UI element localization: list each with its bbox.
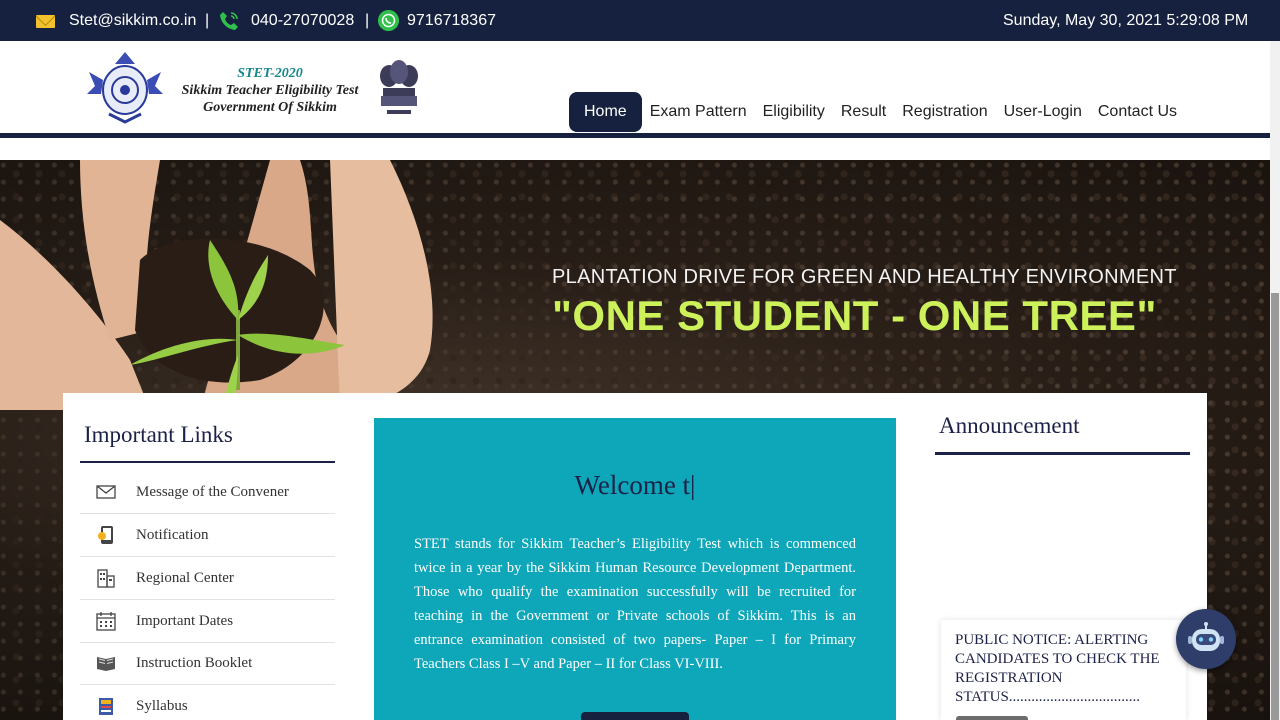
link-label: Syllabus	[136, 697, 188, 714]
important-links-title: Important Links	[84, 422, 233, 447]
link-label: Important Dates	[136, 612, 234, 629]
link-important-dates[interactable]: Important Dates	[80, 600, 335, 643]
link-regional-center[interactable]: Regional Center	[80, 557, 335, 600]
contact-email[interactable]: Stet@sikkim.co.in	[69, 0, 196, 41]
banner-slogan: "ONE STUDENT - ONE TREE"	[552, 292, 1157, 339]
nav-home[interactable]: Home	[569, 92, 642, 132]
link-instruction-booklet[interactable]: Instruction Booklet	[80, 642, 335, 685]
national-emblem-logo	[380, 60, 418, 114]
contact-whatsapp[interactable]: 9716718367	[407, 0, 496, 41]
scrollbar-thumb[interactable]	[1271, 293, 1279, 720]
important-links-divider	[80, 461, 335, 463]
sikkim-emblem-logo[interactable]	[85, 50, 165, 125]
nav-user-login[interactable]: User-Login	[996, 92, 1090, 132]
link-message-of-convener[interactable]: Message of the Convener	[80, 471, 335, 514]
calendar-icon	[95, 610, 117, 632]
hands-with-seedling-image	[0, 160, 433, 410]
mail-icon	[36, 15, 55, 28]
read-more-button[interactable]	[581, 712, 689, 720]
contact-phone[interactable]: 040-27070028	[251, 0, 354, 41]
link-syllabus[interactable]: Syllabus	[80, 685, 335, 720]
site-logo-text[interactable]: STET-2020 Sikkim Teacher Eligibility Tes…	[170, 66, 370, 116]
link-label: Instruction Booklet	[136, 654, 253, 671]
announcement-notice[interactable]: PUBLIC NOTICE: ALERTING CANDIDATES TO CH…	[955, 631, 1170, 707]
welcome-title: Welcome t|	[574, 470, 696, 500]
phone-icon	[220, 12, 238, 30]
link-label: Regional Center	[136, 569, 234, 586]
nav-exam-pattern[interactable]: Exam Pattern	[642, 92, 755, 132]
whatsapp-icon	[378, 10, 399, 31]
logo-line-3: Government Of Sikkim	[203, 100, 337, 115]
link-label: Message of the Convener	[136, 483, 289, 500]
separator: |	[365, 11, 370, 29]
top-contact-bar: Stet@sikkim.co.in | 040-27070028 | 97167…	[0, 0, 1280, 41]
nav-registration[interactable]: Registration	[894, 92, 995, 132]
banner-headline: PLANTATION DRIVE FOR GREEN AND HEALTHY E…	[552, 266, 1177, 288]
logo-line-2: Sikkim Teacher Eligibility Test	[181, 83, 359, 98]
main-nav: Home Exam Pattern Eligibility Result Reg…	[569, 92, 1185, 132]
separator: |	[205, 11, 210, 29]
current-datetime: Sunday, May 30, 2021 5:29:08 PM	[1003, 11, 1249, 29]
announcement-divider	[935, 452, 1190, 455]
nav-result[interactable]: Result	[833, 92, 894, 132]
notification-icon	[95, 524, 117, 546]
chatbot-button[interactable]	[1176, 609, 1236, 669]
announcement-button[interactable]	[956, 716, 1028, 720]
nav-eligibility[interactable]: Eligibility	[755, 92, 833, 132]
header-spacer	[0, 143, 1270, 160]
book-icon	[95, 652, 117, 674]
link-label: Notification	[136, 526, 209, 543]
welcome-description: STET stands for Sikkim Teacher’s Eligibi…	[414, 536, 856, 672]
robot-icon	[1188, 622, 1224, 651]
announcement-title: Announcement	[939, 413, 1080, 438]
link-notification[interactable]: Notification	[80, 514, 335, 557]
syllabus-icon	[95, 695, 117, 717]
building-icon	[95, 567, 117, 589]
page-scrollbar[interactable]	[1270, 41, 1280, 720]
envelope-icon	[95, 481, 117, 503]
nav-contact-us[interactable]: Contact Us	[1090, 92, 1185, 132]
logo-line-1: STET-2020	[237, 66, 303, 81]
